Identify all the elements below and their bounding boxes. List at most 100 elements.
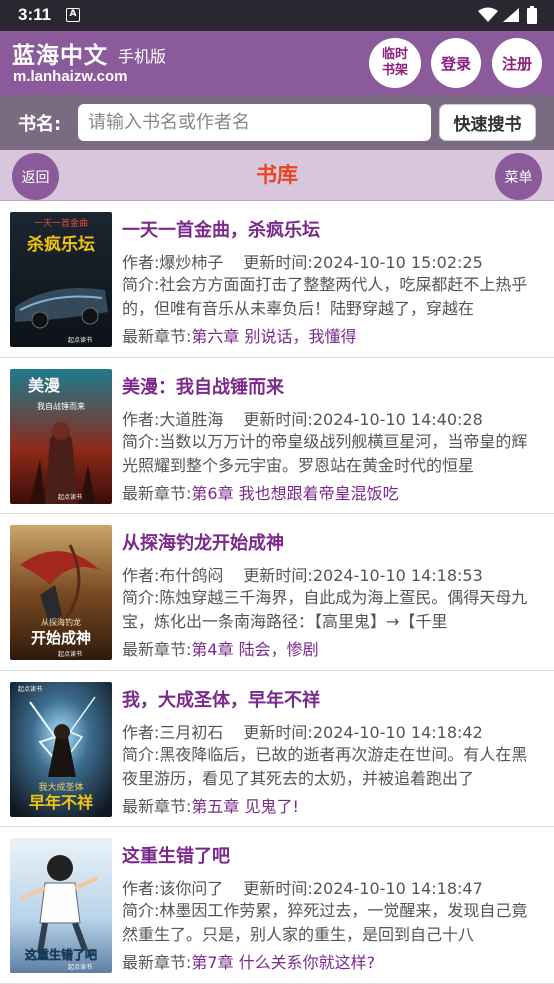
book-cover[interactable]: 一天一首金曲 杀疯乐坛 起点读书 — [10, 212, 112, 347]
book-intro: 简介:林墨因工作劳累，猝死过去，一觉醒来，发现自己竟然重生了。只是，别人家的重生… — [122, 899, 540, 947]
book-author: 该你问了 — [159, 879, 224, 898]
book-updated: 2024-10-10 14:40:28 — [312, 409, 483, 429]
status-bar: 3:11 A — [0, 0, 554, 31]
cover-publisher-text: 起点读书 — [18, 685, 42, 693]
cover-title-text: 杀疯乐坛 — [27, 234, 95, 255]
latest-label: 最新章节: — [122, 327, 192, 346]
book-list: 一天一首金曲 杀疯乐坛 起点读书 一天一首金曲，杀疯乐坛 作者:爆炒柿子 更新时间… — [0, 201, 554, 984]
book-title[interactable]: 我，大成圣体，早年不祥 — [122, 686, 320, 712]
book-title[interactable]: 一天一首金曲，杀疯乐坛 — [122, 216, 320, 242]
signal-icon — [503, 8, 519, 22]
battery-icon — [527, 6, 537, 24]
book-cover[interactable]: 从探海钓龙 开始成神 起点读书 — [10, 525, 112, 660]
site-domain: m.lanhaizw.com — [13, 68, 128, 85]
status-time: 3:11 — [18, 5, 52, 24]
book-latest: 最新章节:第六章 别说话，我懂得 — [122, 323, 357, 347]
cover-publisher-text: 起点读书 — [68, 963, 92, 971]
intro-label: 简介: — [122, 901, 160, 920]
latest-chapter-link[interactable]: 第7章 什么关系你就这样? — [191, 953, 375, 972]
latest-label: 最新章节: — [122, 483, 192, 503]
book-latest: 最新章节:第7章 什么关系你就这样? — [122, 949, 375, 973]
updated-label: 更新时间: — [243, 722, 313, 742]
cover-title-text: 早年不祥 — [29, 793, 93, 812]
cover-publisher-text: 起点读书 — [58, 493, 82, 501]
menu-button[interactable]: 菜单 — [495, 153, 542, 200]
intro-label: 简介: — [122, 588, 160, 607]
search-button[interactable]: 快速搜书 — [439, 104, 536, 141]
book-cover[interactable]: 美漫 我自战锤而来 起点读书 — [10, 368, 112, 504]
author-label: 作者: — [122, 566, 160, 585]
book-meta: 作者:大道胜海 更新时间:2024-10-10 14:40:28 — [122, 406, 483, 430]
site-header: 蓝海中文 手机版 m.lanhaizw.com 临时 书架 登录 注册 — [0, 31, 554, 95]
cover-top-text: 从探海钓龙 — [41, 617, 81, 627]
book-item[interactable]: 一天一首金曲 杀疯乐坛 起点读书 一天一首金曲，杀疯乐坛 作者:爆炒柿子 更新时间… — [0, 201, 554, 358]
book-intro: 简介:黑夜降临后，已故的逝者再次游走在世间。有人在黑夜里游历，看见了其死去的太奶… — [122, 743, 540, 791]
book-intro-text: 当数以万万计的帝皇级战列舰横亘星河，当帝皇的辉光照耀到整个多元宇宙。罗恩站在黄金… — [122, 431, 528, 475]
book-intro: 简介:社会方方面面打击了整整两代人，吃屎都赶不上热乎的，但唯有音乐从未辜负后！陆… — [122, 273, 540, 321]
book-item[interactable]: 美漫 我自战锤而来 起点读书 美漫：我自战锤而来 作者:大道胜海 更新时间:202… — [0, 358, 554, 514]
latest-chapter-link[interactable]: 第4章 陆会，惨剧 — [191, 640, 318, 659]
nav-bar: 返回 书库 菜单 — [0, 150, 554, 201]
latest-label: 最新章节: — [122, 796, 192, 816]
cover-title-text: 开始成神 — [31, 629, 91, 647]
author-label: 作者: — [122, 253, 160, 272]
search-input[interactable] — [78, 104, 431, 141]
author-label: 作者: — [122, 409, 160, 429]
book-meta: 作者:布什鸽闷 更新时间:2024-10-10 14:18:53 — [122, 562, 483, 586]
book-title[interactable]: 美漫：我自战锤而来 — [122, 373, 284, 399]
cover-top-text: 我大成圣体 — [38, 781, 83, 793]
register-button[interactable]: 注册 — [492, 38, 542, 88]
book-item[interactable]: 从探海钓龙 开始成神 起点读书 从探海钓龙开始成神 作者:布什鸽闷 更新时间:20… — [0, 514, 554, 671]
site-logo-subtitle: 手机版 — [118, 47, 167, 66]
temp-bookshelf-button[interactable]: 临时 书架 — [369, 38, 421, 88]
book-latest: 最新章节:第6章 我也想跟着帝皇混饭吃 — [122, 480, 399, 504]
book-author: 大道胜海 — [159, 409, 224, 429]
updated-label: 更新时间: — [243, 566, 313, 585]
book-meta: 作者:该你问了 更新时间:2024-10-10 14:18:47 — [122, 875, 483, 899]
notification-a-icon: A — [66, 8, 80, 22]
book-title[interactable]: 从探海钓龙开始成神 — [122, 529, 284, 555]
book-item[interactable]: 我大成圣体 早年不祥 起点读书 我，大成圣体，早年不祥 作者:三月初石 更新时间:… — [0, 671, 554, 827]
book-updated: 2024-10-10 14:18:42 — [312, 722, 483, 742]
book-meta: 作者:爆炒柿子 更新时间:2024-10-10 15:02:25 — [122, 249, 483, 273]
latest-chapter-link[interactable]: 第六章 别说话，我懂得 — [191, 327, 356, 346]
book-intro: 简介:陈烛穿越三千海界，自此成为海上疍民。偶得天母九宝，炼化出一条南海路径：【高… — [122, 586, 540, 634]
book-cover[interactable]: 这重生错了吧 起点读书 — [10, 838, 112, 973]
book-meta: 作者:三月初石 更新时间:2024-10-10 14:18:42 — [122, 719, 483, 743]
latest-chapter-link[interactable]: 第五章 见鬼了! — [191, 797, 299, 816]
book-intro: 简介:当数以万万计的帝皇级战列舰横亘星河，当帝皇的辉光照耀到整个多元宇宙。罗恩站… — [122, 430, 540, 478]
cover-top-text: 一天一首金曲 — [34, 217, 88, 229]
search-label: 书名: — [18, 114, 62, 135]
site-logo-title[interactable]: 蓝海中文 — [12, 36, 108, 70]
book-author: 布什鸽闷 — [159, 566, 224, 585]
book-intro-text: 社会方方面面打击了整整两代人，吃屎都赶不上热乎的，但唯有音乐从未辜负后！陆野穿越… — [122, 275, 528, 318]
updated-label: 更新时间: — [243, 409, 313, 429]
book-intro-text: 陈烛穿越三千海界，自此成为海上疍民。偶得天母九宝，炼化出一条南海路径：【高里鬼】… — [122, 588, 528, 631]
cover-title-text: 这重生错了吧 — [25, 947, 97, 962]
book-updated: 2024-10-10 14:18:53 — [312, 566, 483, 585]
page-title: 书库 — [256, 163, 298, 187]
book-cover[interactable]: 我大成圣体 早年不祥 起点读书 — [10, 681, 112, 817]
book-intro-text: 黑夜降临后，已故的逝者再次游走在世间。有人在黑夜里游历，看见了其死去的太奶，并被… — [122, 744, 528, 788]
latest-label: 最新章节: — [122, 953, 192, 972]
book-item[interactable]: 这重生错了吧 起点读书 这重生错了吧 作者:该你问了 更新时间:2024-10-1… — [0, 827, 554, 984]
intro-label: 简介: — [122, 744, 160, 764]
book-updated: 2024-10-10 14:18:47 — [312, 879, 483, 898]
book-author: 三月初石 — [159, 722, 224, 742]
updated-label: 更新时间: — [243, 879, 313, 898]
book-intro-text: 林墨因工作劳累，猝死过去，一觉醒来，发现自己竟然重生了。只是，别人家的重生，是回… — [122, 901, 528, 944]
book-title[interactable]: 这重生错了吧 — [122, 842, 230, 868]
login-button[interactable]: 登录 — [431, 38, 481, 88]
cover-publisher-text: 起点读书 — [68, 336, 92, 344]
cover-title-text: 美漫 — [28, 376, 60, 395]
intro-label: 简介: — [122, 431, 160, 451]
wifi-icon — [478, 7, 498, 22]
book-latest: 最新章节:第4章 陆会，惨剧 — [122, 636, 319, 660]
book-updated: 2024-10-10 15:02:25 — [312, 253, 483, 272]
search-bar: 书名: 快速搜书 — [0, 95, 554, 150]
author-label: 作者: — [122, 722, 160, 742]
cover-top-text: 我自战锤而来 — [37, 401, 85, 411]
book-author: 爆炒柿子 — [159, 253, 224, 272]
latest-chapter-link[interactable]: 第6章 我也想跟着帝皇混饭吃 — [191, 484, 398, 503]
author-label: 作者: — [122, 879, 160, 898]
